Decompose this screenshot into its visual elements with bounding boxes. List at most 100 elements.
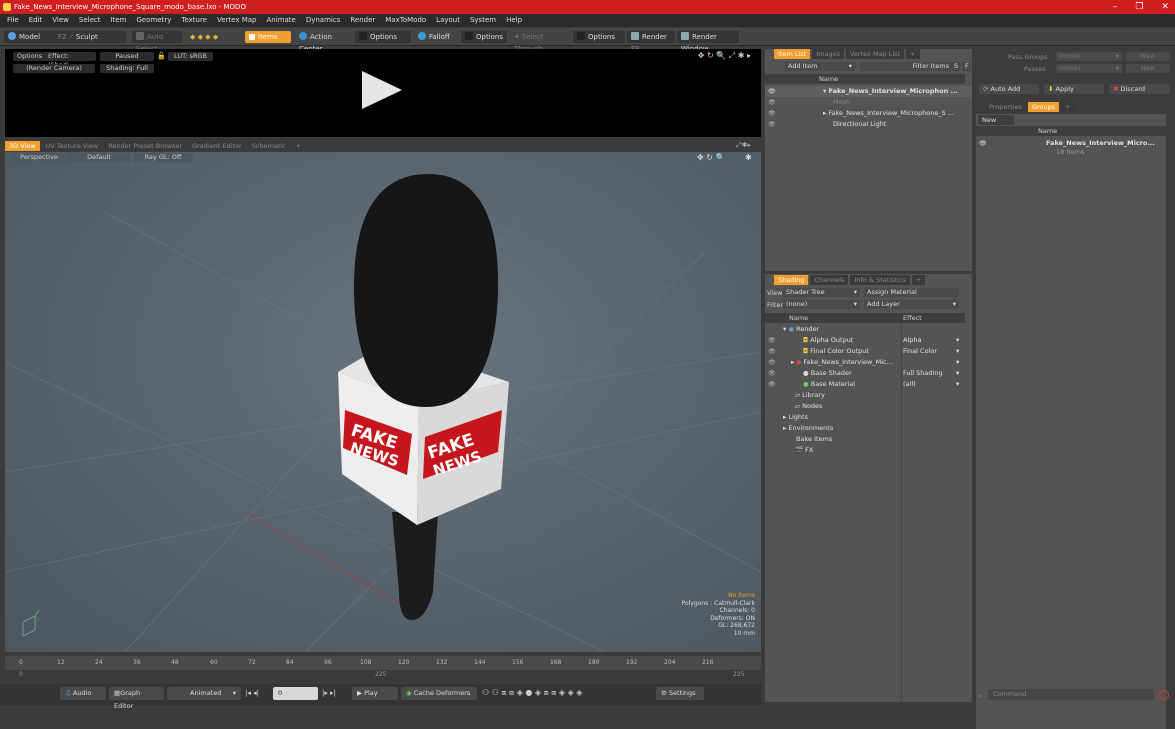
assign-material-button[interactable]: Assign Material: [864, 288, 959, 297]
model-mode-button[interactable]: Model F2 ⟋ Sculpt: [4, 31, 126, 43]
selection-mode-icons[interactable]: ◆ ◆ ◆ ◆: [186, 31, 242, 43]
f-toggle[interactable]: F: [962, 62, 971, 71]
action-center-button[interactable]: Action Center: [295, 31, 351, 53]
shader-row-render[interactable]: ▾ ◉ Render: [765, 324, 972, 335]
tab-add[interactable]: +: [1061, 102, 1075, 112]
visibility-eye-icon[interactable]: 👁: [768, 108, 776, 119]
tab-vertex-map-list[interactable]: Vertex Map List: [845, 49, 905, 59]
tab-properties[interactable]: Properties: [985, 102, 1026, 112]
menu-dynamics[interactable]: Dynamics: [306, 14, 341, 27]
microphone-model[interactable]: FAKE NEWS FAKE NEWS: [5, 152, 761, 652]
visibility-eye-icon[interactable]: 👁: [768, 379, 776, 390]
graph-editor-button[interactable]: ▦Graph Editor: [109, 687, 164, 710]
cache-deformers-button[interactable]: ◉ Cache Deformers: [401, 687, 477, 700]
viewport-expand-icon[interactable]: ⤢✱▸: [736, 141, 751, 150]
menu-maxtomodo[interactable]: MaxToModo: [385, 14, 426, 27]
shader-row-material-group[interactable]: 👁 ▸ ◆ Fake_News_Interview_Mic... ▾: [765, 357, 972, 368]
preview-effect-dropdown[interactable]: Effect: (Shadi...: [44, 52, 96, 69]
timeline-ruler[interactable]: 0 12 24 36 48 60 72 84 96 108 120 132 14…: [5, 656, 761, 670]
tab-add[interactable]: +: [911, 275, 926, 285]
tab-groups[interactable]: Groups: [1027, 102, 1060, 112]
shader-row-lights[interactable]: ▸ Lights: [765, 412, 972, 423]
menu-file[interactable]: File: [7, 14, 19, 27]
shader-row-base-material[interactable]: 👁 ● Base Material (all) ▾: [765, 379, 972, 390]
chevron-down-icon[interactable]: ▾: [956, 368, 959, 379]
select-through-button[interactable]: ✦Select Through: [510, 31, 570, 53]
menu-select[interactable]: Select: [79, 14, 101, 27]
tab-shading[interactable]: Shading: [774, 275, 809, 285]
shader-row-environments[interactable]: ▸ Environments: [765, 423, 972, 434]
key-tool-icons[interactable]: ⚇ ⚇ ⧈ ⧈ ◈ ● ◈ ⧈ ⧈ ◈ ◈ ◈: [482, 688, 582, 698]
render-preview[interactable]: Options Effect: (Shadi... Paused 🔓 LUT: …: [5, 49, 761, 137]
filter-items-field[interactable]: Filter Items: [860, 62, 952, 71]
record-icon[interactable]: [1159, 690, 1169, 700]
prev-key-buttons[interactable]: |◂ ◂|: [245, 689, 259, 697]
menu-edit[interactable]: Edit: [29, 14, 43, 27]
visibility-eye-icon[interactable]: 👁: [768, 335, 776, 346]
preview-nav-icons[interactable]: ✥ ↻ 🔍 ⤢ ✱ ▸: [698, 51, 751, 61]
chevron-down-icon[interactable]: ▾: [956, 346, 959, 357]
lock-icon[interactable]: 🔓: [157, 52, 166, 60]
shader-row-fx[interactable]: 🎬 FX: [765, 445, 972, 456]
menu-animate[interactable]: Animate: [266, 14, 295, 27]
tree-item-scene[interactable]: 👁 ▾ Fake_News_Interview_Microphon ...: [765, 86, 972, 97]
render-window-button[interactable]: Render Window: [677, 31, 739, 53]
chevron-down-icon[interactable]: ▾: [956, 379, 959, 390]
settings-button[interactable]: ⚙ Settings: [656, 687, 704, 700]
tab-info-statistics[interactable]: Info & Statistics: [850, 275, 910, 285]
tab-images[interactable]: Images: [812, 49, 844, 59]
tree-item-microphone[interactable]: 👁 ▸ Fake_News_Interview_Microphone_S ...: [765, 108, 972, 119]
menu-help[interactable]: Help: [506, 14, 522, 27]
shader-row-nodes[interactable]: ▱ Nodes: [765, 401, 972, 412]
falloff-options-button[interactable]: Options: [461, 31, 507, 43]
preview-options-button[interactable]: Options: [13, 52, 47, 61]
new-pass-group-button[interactable]: New: [1126, 52, 1170, 61]
tree-item-light[interactable]: 👁 Directional Light: [765, 119, 972, 130]
maximize-button[interactable]: ❐: [1135, 0, 1143, 14]
visibility-eye-icon[interactable]: 👁: [768, 97, 776, 108]
menu-system[interactable]: System: [470, 14, 496, 27]
shading-dropdown[interactable]: Shading: Full: [100, 64, 154, 73]
select-through-options-button[interactable]: Options: [573, 31, 625, 43]
visibility-eye-icon[interactable]: 👁: [768, 86, 776, 97]
play-icon[interactable]: [362, 71, 402, 109]
filter-dropdown[interactable]: (none) ▾: [783, 300, 860, 309]
timeline[interactable]: 0 12 24 36 48 60 72 84 96 108 120 132 14…: [5, 656, 761, 681]
animated-dropdown[interactable]: Animated ▾: [167, 687, 241, 700]
shader-row-final-color[interactable]: 👁 ◘ Final Color Output Final Color ▾: [765, 346, 972, 357]
tab-uv-texture-view[interactable]: UV Texture View: [41, 141, 103, 151]
discard-button[interactable]: ✖ Discard: [1109, 84, 1170, 94]
passes-dropdown[interactable]: (none) ▾: [1056, 64, 1122, 73]
tab-item-list[interactable]: Item List: [774, 49, 811, 59]
shader-row-bake-items[interactable]: Bake Items: [765, 434, 972, 445]
new-group-button[interactable]: New Group: [978, 115, 1014, 134]
tab-add[interactable]: +: [906, 49, 920, 59]
range-end[interactable]: 225: [733, 671, 744, 678]
visibility-eye-icon[interactable]: 👁: [768, 368, 776, 379]
shader-row-base-shader[interactable]: 👁 ● Base Shader Full Shading ▾: [765, 368, 972, 379]
tab-channels[interactable]: Channels: [810, 275, 849, 285]
falloff-button[interactable]: Falloff: [414, 31, 458, 43]
tree-item-mesh[interactable]: 👁 Mesh: [765, 97, 972, 108]
menu-layout[interactable]: Layout: [436, 14, 460, 27]
auto-select-button[interactable]: Auto Select: [132, 31, 182, 53]
shader-row-alpha-output[interactable]: 👁 ◘ Alpha Output Alpha ▾: [765, 335, 972, 346]
preview-paused-button[interactable]: Paused: [100, 52, 154, 61]
tab-schematic[interactable]: Schematic: [247, 141, 290, 151]
next-key-buttons[interactable]: |▸ ▸|: [322, 689, 336, 697]
new-pass-button[interactable]: New: [1126, 64, 1170, 73]
range-start[interactable]: 0: [19, 671, 23, 678]
tab-add[interactable]: +: [291, 141, 306, 151]
command-input[interactable]: Command: [988, 689, 1154, 700]
audio-button[interactable]: ♫ Audio: [60, 687, 106, 700]
shader-row-library[interactable]: ▱ Library: [765, 390, 972, 401]
add-item-dropdown[interactable]: Add Item ▾: [785, 62, 855, 71]
chevron-down-icon[interactable]: ▾: [956, 357, 959, 368]
lut-dropdown[interactable]: LUT: sRGB: [168, 52, 213, 61]
items-mode-button[interactable]: Items: [245, 31, 291, 43]
chevron-down-icon[interactable]: ▾: [956, 335, 959, 346]
visibility-eye-icon[interactable]: 👁: [768, 346, 776, 357]
play-button[interactable]: ▶ Play: [352, 687, 398, 700]
menu-geometry[interactable]: Geometry: [136, 14, 171, 27]
pass-groups-dropdown[interactable]: (none) ▾: [1056, 52, 1122, 61]
